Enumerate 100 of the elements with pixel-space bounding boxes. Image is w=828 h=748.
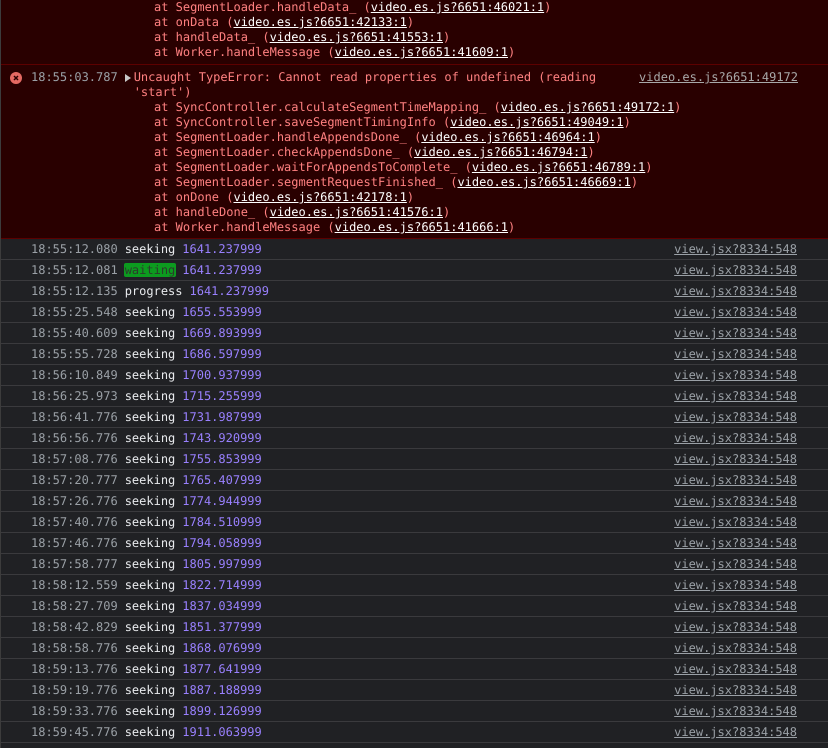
numeric-value: 1655.553999 [182,305,262,319]
source-link[interactable]: view.jsx?8334:548 [674,410,797,424]
numeric-value: 1774.944999 [182,494,262,508]
stack-frame: at SegmentLoader.waitForAppendsToComplete_ (video.es.js?6651:46789:1) [154,160,653,174]
event-name: seeking [124,641,176,655]
stack-frame: at SegmentLoader.checkAppendsDone_ (video.es.js?6651:46794:1) [154,145,595,159]
numeric-value: 1715.255999 [182,389,262,403]
event-name: seeking [124,620,176,634]
numeric-value: 1765.407999 [182,473,262,487]
numeric-value: 1686.597999 [182,347,262,361]
source-link[interactable]: video.es.js?6651:46794:1 [414,145,588,159]
source-link[interactable]: video.es.js?6651:46964:1 [421,130,595,144]
source-link[interactable]: video.es.js?6651:41553:1 [270,30,443,44]
timestamp: 18:56:41.776 [31,410,118,424]
stack-frame: at onData (video.es.js?6651:42133:1) [154,15,414,29]
event-name: seeking [124,242,176,256]
event-name: seeking [124,704,176,718]
source-link[interactable]: view.jsx?8334:548 [674,347,797,361]
source-link[interactable]: view.jsx?8334:548 [674,284,797,298]
timestamp: 18:57:26.776 [31,494,118,508]
timestamp: 18:58:12.559 [31,578,118,592]
stack-frame: at SyncController.saveSegmentTimingInfo (video.es.js?6651:49049:1) [154,115,631,129]
numeric-value: 1669.893999 [182,326,262,340]
event-name: seeking [124,578,176,592]
numeric-value: 1822.714999 [182,578,262,592]
expand-triangle-icon[interactable] [124,74,131,82]
numeric-value: 1755.853999 [182,452,262,466]
event-name: seeking [124,431,176,445]
source-link[interactable]: view.jsx?8334:548 [674,620,797,634]
timestamp: 18:59:45.776 [31,725,118,739]
timestamp: 18:55:12.081 [31,263,118,277]
source-link[interactable]: view.jsx?8334:548 [674,494,797,508]
timestamp: 18:59:19.776 [31,683,118,697]
source-link[interactable]: video.es.js?6651:41666:1 [334,220,508,234]
stack-frame: at SegmentLoader.handleAppendsDone_ (video.es.js?6651:46964:1) [154,130,602,144]
event-name: seeking [124,515,176,529]
stack-frame: at handleData_ (video.es.js?6651:41553:1) [154,30,450,44]
timestamp: 18:55:40.609 [31,326,118,340]
source-link[interactable]: video.es.js?6651:41576:1 [270,205,443,219]
source-link[interactable]: view.jsx?8334:548 [674,641,797,655]
event-name: seeking [124,473,176,487]
source-link[interactable]: view.jsx?8334:548 [674,452,797,466]
source-link[interactable]: video.es.js?6651:46789:1 [472,160,646,174]
stack-frame: at SegmentLoader.segmentRequestFinished_ (video.es.js?6651:46669:1) [154,175,638,189]
source-link[interactable]: view.jsx?8334:548 [674,473,797,487]
source-link[interactable]: video.es.js?6651:49049:1 [450,115,624,129]
timestamp: 18:58:27.709 [31,599,118,613]
stack-frame: at Worker.handleMessage (video.es.js?6651:41666:1) [154,220,516,234]
highlighted-event-name: waiting [124,263,176,277]
source-link[interactable]: view.jsx?8334:548 [674,368,797,382]
numeric-value: 1700.937999 [182,368,262,382]
source-link[interactable]: view.jsx?8334:548 [674,725,797,739]
timestamp: 18:55:12.135 [31,284,118,298]
event-name: seeking [124,389,176,403]
source-link[interactable]: video.es.js?6651:46669:1 [457,175,631,189]
event-name: seeking [124,347,176,361]
source-link[interactable]: video.es.js?6651:49172:1 [500,100,674,114]
source-link[interactable]: video.es.js?6651:46021:1 [370,0,544,14]
source-link[interactable]: view.jsx?8334:548 [674,683,797,697]
source-link[interactable]: view.jsx?8334:548 [674,263,797,277]
event-name: seeking [124,494,176,508]
timestamp: 18:56:10.849 [31,368,118,382]
event-name: seeking [124,683,176,697]
stack-frame: at Worker.handleMessage (video.es.js?6651:41609:1) [154,45,516,59]
numeric-value: 1868.076999 [182,641,262,655]
source-link[interactable]: video.es.js?6651:42178:1 [233,190,407,204]
numeric-value: 1784.510999 [182,515,262,529]
source-link[interactable]: video.es.js?6651:42133:1 [233,15,407,29]
numeric-value: 1641.237999 [182,242,262,256]
source-link[interactable]: view.jsx?8334:548 [674,599,797,613]
stack-frame: at onDone (video.es.js?6651:42178:1) [154,190,414,204]
error-icon [10,72,22,84]
source-link[interactable]: view.jsx?8334:548 [674,305,797,319]
event-name: seeking [124,368,176,382]
source-link[interactable]: view.jsx?8334:548 [674,578,797,592]
stack-frame: at SyncController.calculateSegmentTimeMapping_ (video.es.js?6651:49172:1) [154,100,682,114]
timestamp: 18:58:42.829 [31,620,118,634]
source-link[interactable]: view.jsx?8334:548 [674,557,797,571]
source-link[interactable]: view.jsx?8334:548 [674,704,797,718]
timestamp: 18:56:25.973 [31,389,118,403]
source-link[interactable]: view.jsx?8334:548 [674,242,797,256]
numeric-value: 1877.641999 [182,662,262,676]
timestamp: 18:59:33.776 [31,704,118,718]
timestamp: 18:55:25.548 [31,305,118,319]
timestamp: 18:55:55.728 [31,347,118,361]
source-link[interactable]: view.jsx?8334:548 [674,389,797,403]
numeric-value: 1805.997999 [182,557,262,571]
source-link[interactable]: view.jsx?8334:548 [674,431,797,445]
timestamp: 18:56:56.776 [31,431,118,445]
event-name: seeking [124,725,176,739]
source-link[interactable]: view.jsx?8334:548 [674,326,797,340]
event-name: seeking [124,662,176,676]
source-link[interactable]: video.es.js?6651:49172 [639,70,798,85]
numeric-value: 1731.987999 [182,410,262,424]
source-link[interactable]: view.jsx?8334:548 [674,536,797,550]
source-link[interactable]: view.jsx?8334:548 [674,515,797,529]
source-link[interactable]: view.jsx?8334:548 [674,662,797,676]
numeric-value: 1794.058999 [182,536,262,550]
event-name: progress [124,284,182,298]
source-link[interactable]: video.es.js?6651:41609:1 [334,45,508,59]
